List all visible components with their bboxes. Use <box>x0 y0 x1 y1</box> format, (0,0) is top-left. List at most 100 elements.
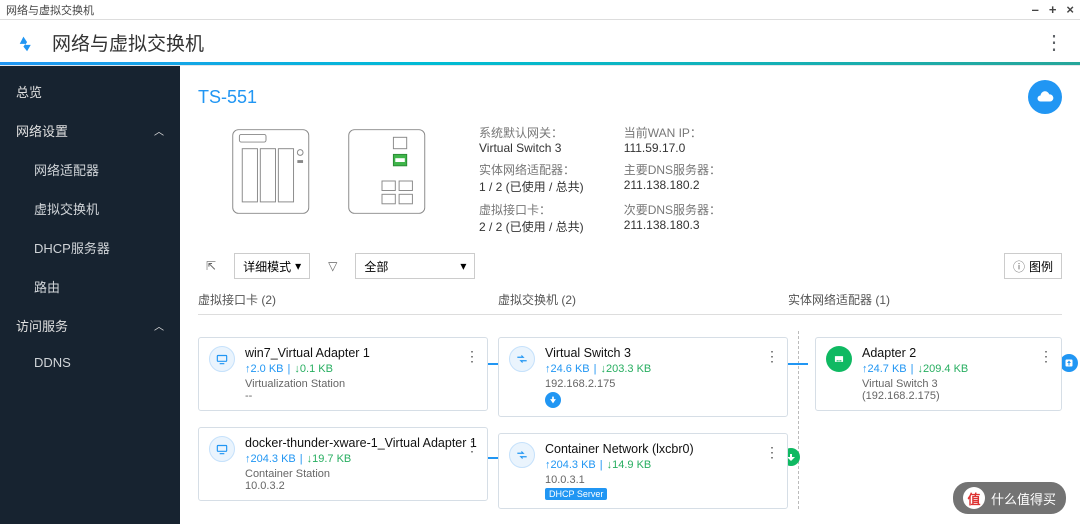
window-controls: – + × <box>1032 2 1074 17</box>
vnic-card-docker[interactable]: docker-thunder-xware-1_Virtual Adapter 1… <box>198 427 488 501</box>
dns2-value: 211.138.180.3 <box>624 218 729 232</box>
filter-button[interactable]: ▽ <box>320 253 345 279</box>
service-badge-icon <box>545 392 561 408</box>
chevron-down-icon: ▾ <box>460 259 466 273</box>
model-header: TS-551 <box>198 80 1062 114</box>
gateway-value: Virtual Switch 3 <box>479 141 584 155</box>
columns-header: 虚拟接口卡 (2) 虚拟交换机 (2) 实体网络适配器 (1) <box>198 291 1062 314</box>
vnic-card-win7[interactable]: win7_Virtual Adapter 1 ↑2.0 KB | ↓0.1 KB… <box>198 337 488 411</box>
window-titlebar: 网络与虚拟交换机 – + × <box>0 0 1080 20</box>
gateway-label: 系统默认网关： <box>479 124 584 141</box>
close-button[interactable]: × <box>1066 2 1074 17</box>
filter-select[interactable]: 全部▾ <box>355 253 475 279</box>
app-icon <box>16 31 40 55</box>
card-body: Virtual Switch 3 ↑24.6 KB | ↓203.3 KB 19… <box>545 346 777 408</box>
device-back-icon <box>344 124 430 219</box>
endpoint-icon <box>1060 354 1078 372</box>
device-info-row: 系统默认网关：Virtual Switch 3 当前WAN IP：111.59.… <box>198 124 1062 235</box>
vswitch-icon <box>509 442 535 468</box>
device-model: TS-551 <box>198 87 257 108</box>
card-sub: 10.0.3.2 <box>245 480 477 492</box>
watermark: 值 什么值得买 <box>953 482 1066 514</box>
card-sub: Container Station <box>245 468 477 480</box>
sidebar-item-network-settings[interactable]: 网络设置︿ <box>0 111 180 150</box>
adapter-label: 实体网络适配器： <box>479 161 584 178</box>
maximize-button[interactable]: + <box>1049 2 1057 17</box>
wan-label: 当前WAN IP： <box>624 124 729 141</box>
view-mode-select[interactable]: 详细模式▾ <box>234 253 310 279</box>
vnic-icon <box>209 436 235 462</box>
card-more-button[interactable]: ⋮ <box>465 438 479 455</box>
device-images <box>198 124 429 235</box>
sidebar-item-route[interactable]: 路由 <box>0 267 180 306</box>
up-stat: ↑24.7 KB <box>862 363 907 375</box>
card-more-button[interactable]: ⋮ <box>1039 348 1053 365</box>
card-more-button[interactable]: ⋮ <box>765 348 779 365</box>
watermark-text: 什么值得买 <box>991 489 1056 508</box>
card-sub: (192.168.2.175) <box>862 390 1051 402</box>
adapter-card-2[interactable]: Adapter 2 ↑24.7 KB | ↓209.4 KB Virtual S… <box>815 337 1062 411</box>
card-title: Adapter 2 <box>862 346 1051 360</box>
column-header-adapter: 实体网络适配器 (1) <box>788 291 1062 308</box>
export-button[interactable]: ⇱ <box>198 253 224 279</box>
vnic-icon <box>209 346 235 372</box>
column-header-vswitch: 虚拟交换机 (2) <box>498 291 788 308</box>
topology-area: win7_Virtual Adapter 1 ↑2.0 KB | ↓0.1 KB… <box>198 314 1062 509</box>
vnic-label: 虚拟接口卡： <box>479 201 584 218</box>
card-more-button[interactable]: ⋮ <box>465 348 479 365</box>
up-stat: ↑2.0 KB <box>245 363 284 375</box>
filter-icon: ▽ <box>328 259 337 273</box>
chevron-up-icon: ︿ <box>154 123 164 138</box>
sidebar-item-virtual-switch[interactable]: 虚拟交换机 <box>0 189 180 228</box>
column-header-vnic: 虚拟接口卡 (2) <box>198 291 498 308</box>
device-info-grid: 系统默认网关：Virtual Switch 3 当前WAN IP：111.59.… <box>479 124 728 235</box>
device-front-icon <box>228 124 314 219</box>
sidebar-item-access-service[interactable]: 访问服务︿ <box>0 306 180 345</box>
up-stat: ↑204.3 KB <box>245 453 296 465</box>
card-title: win7_Virtual Adapter 1 <box>245 346 477 360</box>
wan-value: 111.59.17.0 <box>624 141 729 155</box>
card-sub: -- <box>245 390 477 402</box>
card-more-button[interactable]: ⋮ <box>765 444 779 461</box>
card-body: Adapter 2 ↑24.7 KB | ↓209.4 KB Virtual S… <box>862 346 1051 402</box>
card-sub: Virtualization Station <box>245 378 477 390</box>
cloud-status-icon[interactable] <box>1028 80 1062 114</box>
vnic-value: 2 / 2 (已使用 / 总共) <box>479 218 584 235</box>
card-sub: 192.168.2.175 <box>545 378 777 390</box>
toolbar: ⇱ 详细模式▾ ▽ 全部▾ ⓘ图例 <box>198 253 1062 279</box>
down-stat: ↓0.1 KB <box>294 363 333 375</box>
app-bar: 网络与虚拟交换机 ⋮ <box>0 20 1080 66</box>
sidebar: 总览 网络设置︿ 网络适配器 虚拟交换机 DHCP服务器 路由 访问服务︿ DD… <box>0 66 180 524</box>
body: 总览 网络设置︿ 网络适配器 虚拟交换机 DHCP服务器 路由 访问服务︿ DD… <box>0 66 1080 524</box>
app-more-button[interactable]: ⋮ <box>1044 30 1064 55</box>
minimize-button[interactable]: – <box>1032 2 1039 17</box>
down-stat: ↓203.3 KB <box>601 363 652 375</box>
chevron-up-icon: ︿ <box>154 318 164 333</box>
card-sub: Virtual Switch 3 <box>862 378 1051 390</box>
column-vnic: win7_Virtual Adapter 1 ↑2.0 KB | ↓0.1 KB… <box>198 331 488 509</box>
column-vswitch: Virtual Switch 3 ↑24.6 KB | ↓203.3 KB 19… <box>498 331 788 509</box>
window-title: 网络与虚拟交换机 <box>6 2 94 18</box>
sidebar-item-dhcp[interactable]: DHCP服务器 <box>0 228 180 267</box>
app-title: 网络与虚拟交换机 <box>52 29 204 56</box>
export-icon: ⇱ <box>206 259 216 273</box>
vswitch-card-container[interactable]: Container Network (lxcbr0) ↑204.3 KB | ↓… <box>498 433 788 509</box>
legend-button[interactable]: ⓘ图例 <box>1004 253 1062 279</box>
card-body: win7_Virtual Adapter 1 ↑2.0 KB | ↓0.1 KB… <box>245 346 477 402</box>
down-stat: ↓14.9 KB <box>607 459 652 471</box>
vswitch-card-3[interactable]: Virtual Switch 3 ↑24.6 KB | ↓203.3 KB 19… <box>498 337 788 417</box>
dns2-label: 次要DNS服务器： <box>624 201 729 218</box>
card-title: Container Network (lxcbr0) <box>545 442 777 456</box>
toolbar-left: ⇱ 详细模式▾ ▽ 全部▾ <box>198 253 475 279</box>
sidebar-item-overview[interactable]: 总览 <box>0 72 180 111</box>
down-stat: ↓209.4 KB <box>918 363 969 375</box>
card-body: docker-thunder-xware-1_Virtual Adapter 1… <box>245 436 477 492</box>
sidebar-item-ddns[interactable]: DDNS <box>0 345 180 380</box>
sidebar-item-adapters[interactable]: 网络适配器 <box>0 150 180 189</box>
card-title: Virtual Switch 3 <box>545 346 777 360</box>
card-sub: 10.0.3.1 <box>545 474 777 486</box>
appbar-left: 网络与虚拟交换机 <box>16 29 204 56</box>
card-title: docker-thunder-xware-1_Virtual Adapter 1 <box>245 436 477 450</box>
dns1-value: 211.138.180.2 <box>624 178 729 192</box>
up-stat: ↑204.3 KB <box>545 459 596 471</box>
